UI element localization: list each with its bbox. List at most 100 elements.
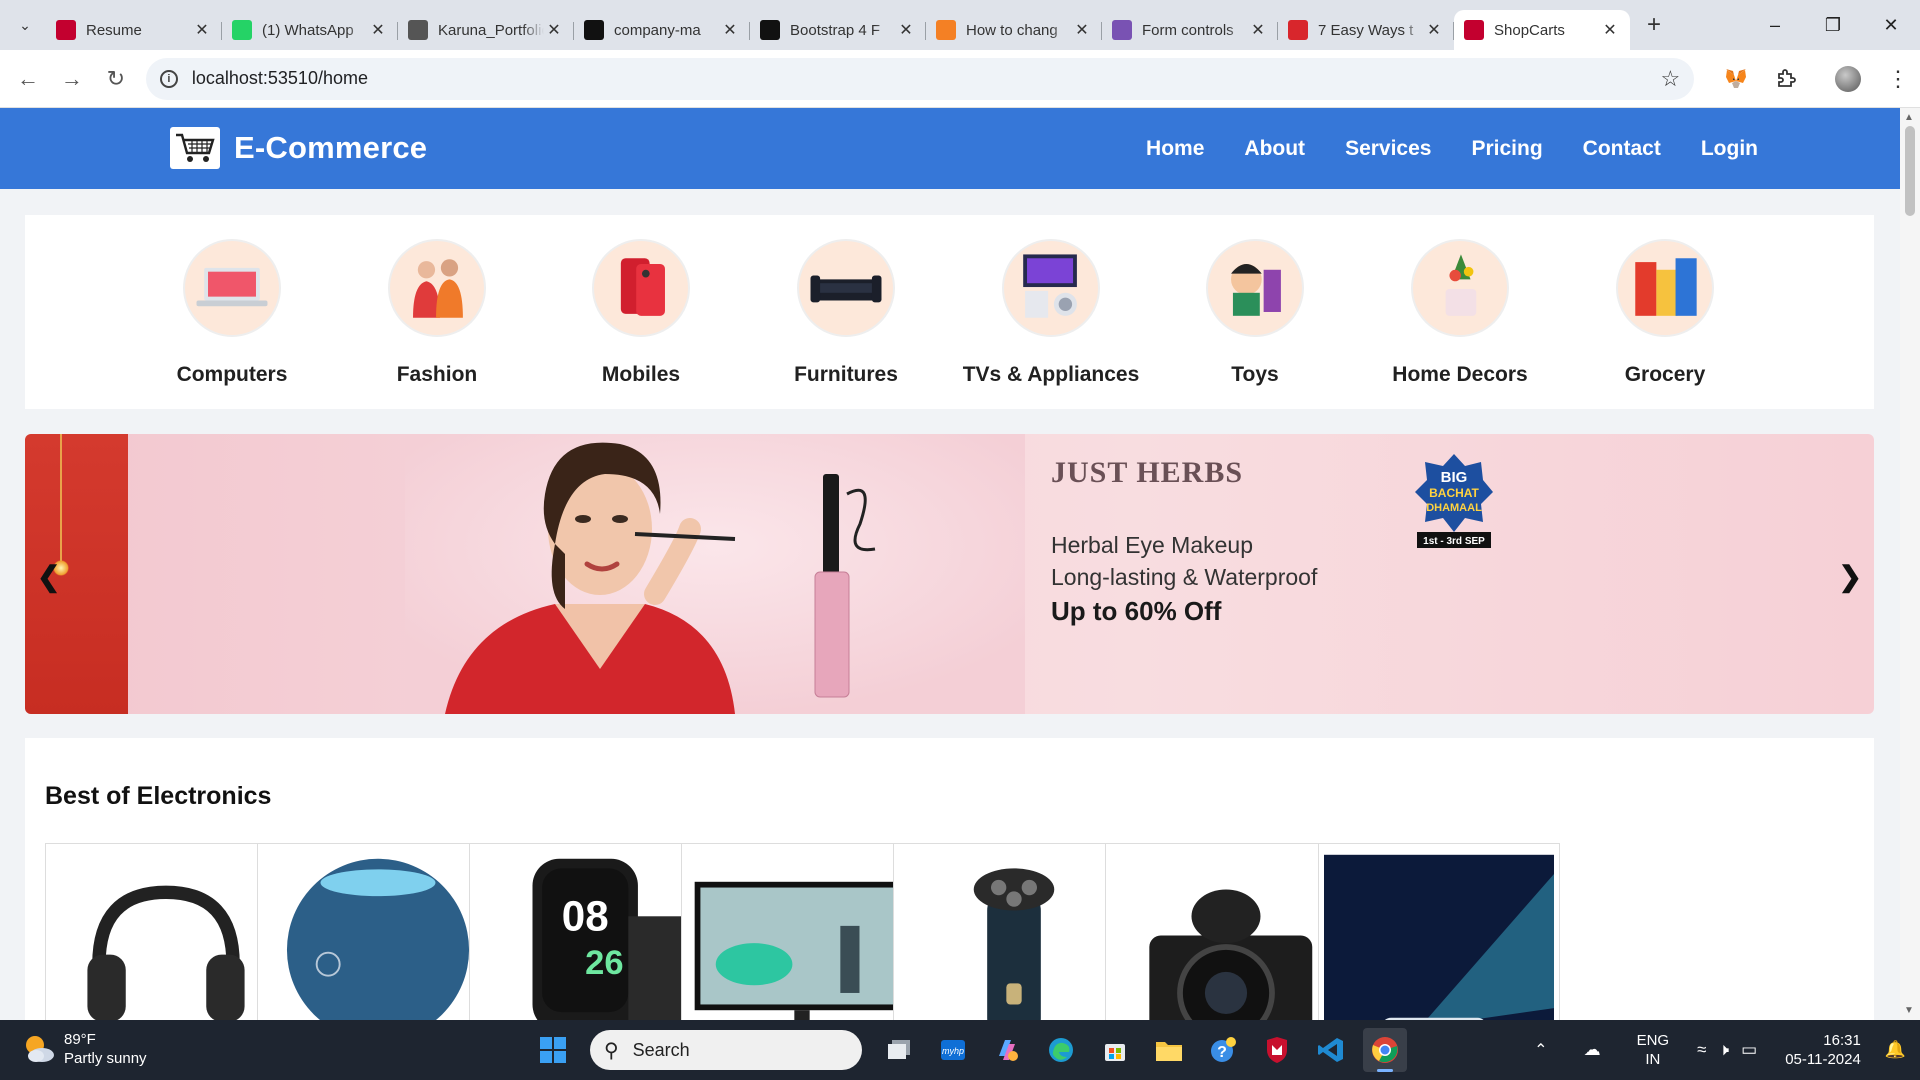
extensions-puzzle-icon[interactable] — [1764, 57, 1808, 101]
scroll-down-icon[interactable]: ▼ — [1904, 1005, 1914, 1016]
onedrive-icon[interactable]: ☁ — [1584, 1040, 1601, 1060]
new-tab-button[interactable]: + — [1638, 9, 1670, 41]
nav-link-about[interactable]: About — [1244, 137, 1305, 161]
close-tab-icon[interactable]: ✕ — [192, 20, 212, 40]
product-card-smartwatch[interactable]: 08 26 — [469, 843, 711, 1020]
copilot-icon[interactable] — [985, 1028, 1029, 1072]
site-info-icon[interactable]: i — [159, 69, 178, 88]
volume-icon[interactable]: 🕨 — [1718, 1040, 1729, 1060]
scroll-thumb[interactable] — [1905, 126, 1915, 216]
close-tab-icon[interactable]: ✕ — [1248, 20, 1268, 40]
help-icon[interactable]: ? — [1201, 1028, 1245, 1072]
edge-icon[interactable] — [1039, 1028, 1083, 1072]
minimize-icon[interactable]: – — [1746, 0, 1804, 50]
close-tab-icon[interactable]: ✕ — [544, 20, 564, 40]
product-card-camera[interactable] — [1105, 843, 1347, 1020]
vscode-icon[interactable] — [1309, 1028, 1353, 1072]
product-card-speaker[interactable] — [257, 843, 499, 1020]
carousel-next-icon[interactable]: ❯ — [1839, 560, 1862, 593]
browser-tab[interactable]: Karuna_Portfolio ✕ — [398, 10, 574, 50]
tab-search-button[interactable]: ⌄ — [10, 10, 40, 40]
bookmark-star-icon[interactable]: ☆ — [1660, 66, 1680, 92]
chrome-menu-icon[interactable]: ⋮ — [1876, 57, 1920, 101]
close-window-icon[interactable]: ✕ — [1862, 0, 1920, 50]
svg-text:1st - 3rd SEP: 1st - 3rd SEP — [1423, 536, 1485, 547]
microsoft-store-icon[interactable] — [1093, 1028, 1137, 1072]
tab-title: Form controls — [1142, 21, 1234, 39]
category-grocery[interactable]: Grocery — [1565, 239, 1765, 387]
category-mobiles[interactable]: Mobiles — [541, 239, 741, 387]
trimmer-image — [973, 868, 1055, 1020]
browser-tab[interactable]: Resume ✕ — [46, 10, 222, 50]
close-tab-icon[interactable]: ✕ — [368, 20, 388, 40]
category-home-decors[interactable]: Home Decors — [1360, 239, 1560, 387]
metamask-extension-icon[interactable] — [1714, 57, 1758, 101]
browser-tab[interactable]: Bootstrap 4 F ✕ — [750, 10, 926, 50]
category-toys[interactable]: Toys — [1155, 239, 1355, 387]
category-image — [592, 239, 690, 337]
product-card-headphones[interactable] — [45, 843, 287, 1020]
portfolio-icon — [408, 20, 428, 40]
nav-link-pricing[interactable]: Pricing — [1471, 137, 1542, 161]
taskbar-search[interactable]: ⚲ Search — [590, 1030, 862, 1070]
category-computers[interactable]: Computers — [132, 239, 332, 387]
carousel-prev-icon[interactable]: ❮ — [37, 560, 60, 593]
category-tvs-appliances[interactable]: TVs & Appliances — [951, 239, 1151, 387]
svg-text:08: 08 — [562, 893, 609, 940]
weather-widget[interactable]: 89°F Partly sunny — [22, 1030, 147, 1068]
profile-avatar[interactable] — [1826, 57, 1870, 101]
browser-tab[interactable]: How to chang ✕ — [926, 10, 1102, 50]
back-icon[interactable]: ← — [6, 57, 50, 101]
category-fashion[interactable]: Fashion — [337, 239, 537, 387]
browser-tab[interactable]: (1) WhatsApp ✕ — [222, 10, 398, 50]
browser-tab[interactable]: Form controls ✕ — [1102, 10, 1278, 50]
category-image — [183, 239, 281, 337]
site-navbar: E-Commerce Home About Services Pricing Conta… — [0, 108, 1900, 189]
section-title: Best of Electronics — [45, 782, 272, 810]
category-furnitures[interactable]: Furnitures — [746, 239, 946, 387]
scroll-up-icon[interactable]: ▲ — [1904, 112, 1914, 123]
language-indicator[interactable]: ENG IN — [1637, 1031, 1670, 1069]
nav-link-home[interactable]: Home — [1146, 137, 1204, 161]
windows-start-icon[interactable] — [531, 1028, 575, 1072]
close-tab-icon[interactable]: ✕ — [896, 20, 916, 40]
nav-link-login[interactable]: Login — [1701, 137, 1758, 161]
product-card-trimmer[interactable] — [893, 843, 1135, 1020]
notification-bell-icon[interactable]: 🔔 — [1885, 1040, 1906, 1060]
close-tab-icon[interactable]: ✕ — [720, 20, 740, 40]
browser-tab[interactable]: company-ma ✕ — [574, 10, 750, 50]
wifi-icon[interactable]: ≈ — [1697, 1040, 1706, 1060]
address-bar[interactable]: i localhost:53510/home ☆ — [145, 57, 1695, 100]
browser-tab[interactable]: ShopCarts ✕ — [1454, 10, 1630, 50]
file-explorer-icon[interactable] — [1147, 1028, 1191, 1072]
forward-icon[interactable]: → — [50, 57, 94, 101]
mcafee-icon[interactable] — [1255, 1028, 1299, 1072]
banner-brand: JUST HERBS — [1051, 456, 1244, 489]
product-card-monitor[interactable] — [681, 843, 923, 1020]
reload-icon[interactable]: ↻ — [94, 57, 138, 101]
banner-offer: Up to 60% Off — [1051, 596, 1222, 626]
url-text[interactable]: localhost:53510/home — [192, 68, 1661, 89]
category-label: Computers — [176, 363, 288, 386]
big-bachat-dhamaal-badge: BIG BACHAT DHAMAAL 1st - 3rd SEP — [1415, 454, 1493, 548]
page-scrollbar[interactable]: ▲ ▼ — [1900, 108, 1920, 1020]
banner-line-2: Long-lasting & Waterproof — [1051, 564, 1318, 590]
close-tab-icon[interactable]: ✕ — [1600, 20, 1620, 40]
chrome-icon[interactable] — [1363, 1028, 1407, 1072]
myhp-icon[interactable]: myhp — [931, 1028, 975, 1072]
tab-title: Karuna_Portfolio — [438, 21, 544, 39]
nav-link-contact[interactable]: Contact — [1583, 137, 1661, 161]
product-card-projector[interactable] — [1318, 843, 1560, 1020]
brand[interactable]: E-Commerce — [170, 127, 427, 169]
clock[interactable]: 16:31 05-11-2024 — [1785, 1031, 1861, 1069]
close-tab-icon[interactable]: ✕ — [1072, 20, 1092, 40]
close-tab-icon[interactable]: ✕ — [1424, 20, 1444, 40]
window-controls: – ❐ ✕ — [1746, 0, 1920, 50]
battery-icon[interactable]: ▭ — [1741, 1040, 1757, 1060]
task-view-icon[interactable] — [877, 1028, 921, 1072]
browser-tab[interactable]: 7 Easy Ways t ✕ — [1278, 10, 1454, 50]
category-image — [1206, 239, 1304, 337]
restore-icon[interactable]: ❐ — [1804, 0, 1862, 50]
show-hidden-icons[interactable]: ⌃ — [1534, 1040, 1547, 1060]
nav-link-services[interactable]: Services — [1345, 137, 1431, 161]
